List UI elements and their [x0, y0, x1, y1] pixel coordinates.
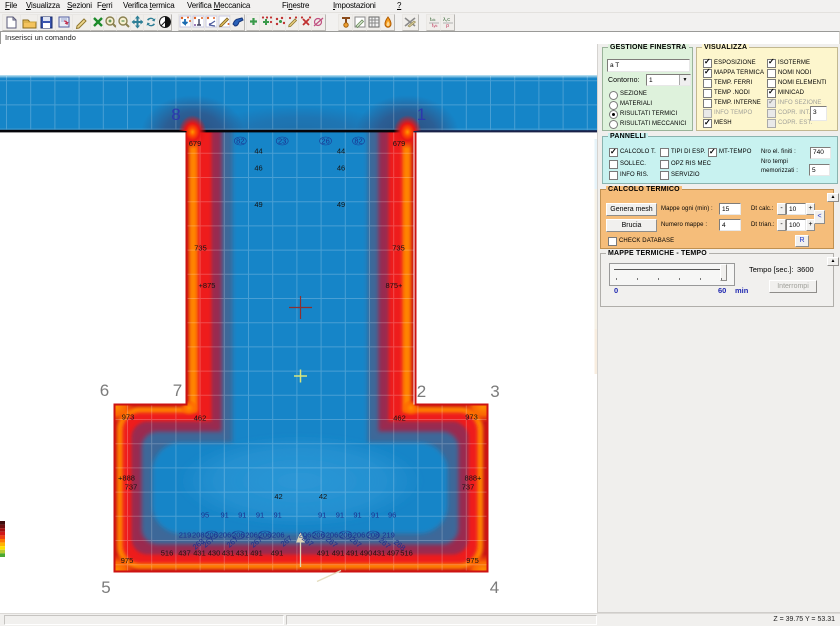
svg-text:973: 973	[122, 413, 135, 422]
svg-text:91: 91	[274, 511, 282, 520]
svg-text:516: 516	[161, 549, 174, 558]
svg-text:91: 91	[336, 511, 344, 520]
svg-text:737: 737	[462, 483, 475, 492]
svg-text:23: 23	[278, 137, 286, 146]
svg-text:42: 42	[319, 492, 327, 501]
svg-text:42: 42	[274, 492, 282, 501]
svg-text:737: 737	[125, 483, 138, 492]
svg-text:735: 735	[392, 244, 405, 253]
svg-text:516: 516	[400, 549, 413, 558]
svg-text:91: 91	[221, 511, 229, 520]
svg-text:91: 91	[238, 511, 246, 520]
svg-text:462: 462	[393, 414, 406, 423]
svg-text:431: 431	[236, 549, 249, 558]
svg-text:46: 46	[254, 164, 262, 173]
svg-text:95: 95	[201, 511, 209, 520]
svg-text:tyk: tyk	[432, 23, 438, 29]
svg-text:91: 91	[371, 511, 379, 520]
svg-text:431: 431	[373, 549, 386, 558]
svg-text:ρ: ρ	[446, 23, 449, 29]
svg-text:430: 430	[208, 549, 221, 558]
svg-text:46: 46	[337, 164, 345, 173]
svg-text:3: 3	[490, 382, 499, 401]
svg-text:462: 462	[194, 414, 207, 423]
svg-text:82: 82	[354, 137, 362, 146]
svg-text:96: 96	[388, 511, 396, 520]
svg-text:431: 431	[193, 549, 206, 558]
svg-text:491: 491	[346, 549, 359, 558]
svg-text:7: 7	[173, 381, 182, 400]
svg-text:49: 49	[337, 200, 345, 209]
svg-text:8: 8	[171, 105, 180, 124]
svg-text:219: 219	[179, 531, 192, 540]
svg-text:82: 82	[236, 137, 244, 146]
svg-text:679: 679	[189, 139, 202, 148]
svg-text:888+: 888+	[465, 474, 483, 483]
svg-text:44: 44	[337, 147, 345, 156]
svg-text:437: 437	[178, 549, 191, 558]
svg-text:+888: +888	[118, 474, 135, 483]
svg-text:44: 44	[254, 147, 262, 156]
svg-text:4: 4	[490, 578, 499, 597]
svg-text:491: 491	[271, 549, 284, 558]
svg-text:975: 975	[466, 556, 479, 565]
svg-text:26: 26	[321, 137, 329, 146]
svg-text:+875: +875	[199, 281, 216, 290]
svg-text:91: 91	[318, 511, 326, 520]
svg-text:91: 91	[256, 511, 264, 520]
svg-text:975: 975	[121, 556, 134, 565]
svg-text:5: 5	[101, 578, 110, 597]
svg-text:490: 490	[360, 549, 373, 558]
svg-text:431: 431	[222, 549, 235, 558]
svg-text:491: 491	[250, 549, 263, 558]
svg-text:491: 491	[317, 549, 330, 558]
svg-text:875+: 875+	[386, 281, 404, 290]
svg-text:679: 679	[393, 139, 406, 148]
svg-text:735: 735	[194, 244, 207, 253]
svg-text:2: 2	[417, 382, 426, 401]
svg-text:491: 491	[332, 549, 345, 558]
svg-text:497: 497	[387, 549, 400, 558]
svg-text:6: 6	[100, 381, 109, 400]
svg-text:49: 49	[254, 200, 262, 209]
svg-text:1: 1	[417, 105, 426, 124]
svg-text:973: 973	[465, 413, 478, 422]
svg-text:91: 91	[353, 511, 361, 520]
